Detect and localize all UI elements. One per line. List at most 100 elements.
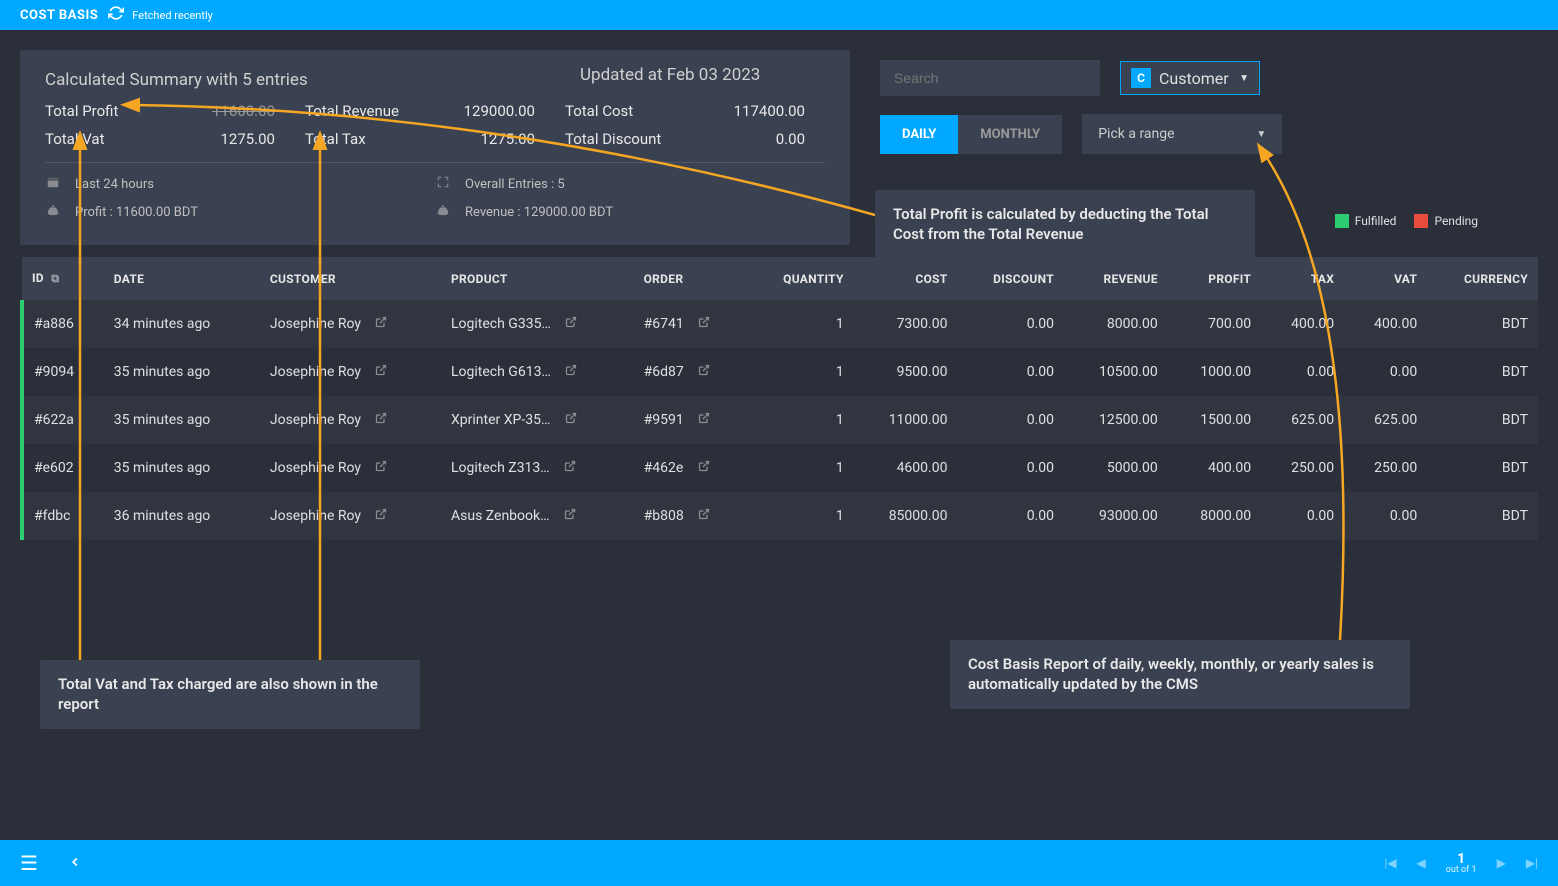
external-link-icon[interactable]	[698, 318, 710, 331]
money-bag-icon	[435, 203, 451, 221]
pager-next[interactable]: ▶	[1497, 856, 1506, 870]
table-row[interactable]: #fdbc36 minutes agoJosephine Roy Asus Ze…	[22, 492, 1538, 540]
refresh-icon[interactable]	[108, 5, 124, 25]
cell-quantity: 1	[748, 348, 854, 396]
cell-product: Xprinter XP-35…	[441, 396, 634, 444]
external-link-icon[interactable]	[564, 462, 576, 475]
cell-vat: 400.00	[1344, 300, 1427, 348]
cell-vat: 250.00	[1344, 444, 1427, 492]
cell-revenue: 5000.00	[1064, 444, 1168, 492]
back-icon[interactable]	[68, 853, 82, 874]
total-profit-value: 11600.00	[165, 102, 305, 120]
pager-outof: out of 1	[1446, 865, 1477, 875]
col-profit[interactable]: PROFIT	[1168, 257, 1261, 300]
cell-currency: BDT	[1427, 348, 1538, 396]
cell-id: #fdbc	[22, 492, 104, 540]
col-vat[interactable]: VAT	[1344, 257, 1427, 300]
col-date[interactable]: DATE	[104, 257, 260, 300]
table-row[interactable]: #a88634 minutes agoJosephine Roy Logitec…	[22, 300, 1538, 348]
cell-date: 35 minutes ago	[104, 396, 260, 444]
legend-fulfilled-label: Fulfilled	[1355, 214, 1397, 228]
col-discount[interactable]: DISCOUNT	[957, 257, 1064, 300]
cell-vat: 0.00	[1344, 348, 1427, 396]
external-link-icon[interactable]	[375, 462, 387, 475]
total-cost-value: 117400.00	[705, 102, 835, 120]
col-id[interactable]: ID ⧉	[22, 257, 104, 300]
cell-date: 34 minutes ago	[104, 300, 260, 348]
filter-label: Customer	[1159, 69, 1229, 88]
pager-prev[interactable]: ◀	[1417, 856, 1426, 870]
search-input[interactable]	[880, 60, 1100, 96]
menu-icon[interactable]: ☰	[20, 851, 38, 875]
cell-id: #e602	[22, 444, 104, 492]
external-link-icon[interactable]	[375, 318, 387, 331]
external-link-icon[interactable]	[698, 366, 710, 379]
legend-pending-swatch	[1414, 214, 1428, 228]
col-product[interactable]: PRODUCT	[441, 257, 634, 300]
external-link-icon[interactable]	[565, 366, 577, 379]
external-link-icon[interactable]	[698, 462, 710, 475]
cell-discount: 0.00	[957, 492, 1064, 540]
cell-order: #9591	[634, 396, 748, 444]
range-dropdown[interactable]: Pick a range ▼	[1082, 114, 1282, 154]
external-link-icon[interactable]	[375, 366, 387, 379]
table-row[interactable]: #e60235 minutes agoJosephine Roy Logitec…	[22, 444, 1538, 492]
cell-product: Logitech G613…	[441, 348, 634, 396]
col-customer[interactable]: CUSTOMER	[260, 257, 441, 300]
cell-quantity: 1	[748, 396, 854, 444]
col-revenue[interactable]: REVENUE	[1064, 257, 1168, 300]
external-link-icon[interactable]	[375, 414, 387, 427]
period-tabs: DAILY MONTHLY	[880, 115, 1062, 154]
cell-profit: 400.00	[1168, 444, 1261, 492]
cost-basis-table: ID ⧉ DATE CUSTOMER PRODUCT ORDER QUANTIT…	[20, 257, 1538, 540]
total-vat-value: 1275.00	[165, 130, 305, 148]
total-tax-value: 1275.00	[425, 130, 565, 148]
page-title: COST BASIS	[20, 8, 98, 23]
cell-cost: 9500.00	[854, 348, 958, 396]
cell-customer: Josephine Roy	[260, 492, 441, 540]
cell-currency: BDT	[1427, 444, 1538, 492]
calendar-icon	[45, 175, 61, 193]
cell-tax: 400.00	[1261, 300, 1344, 348]
external-link-icon[interactable]	[375, 510, 387, 523]
table-row[interactable]: #622a35 minutes agoJosephine Roy Xprinte…	[22, 396, 1538, 444]
cell-tax: 625.00	[1261, 396, 1344, 444]
external-link-icon[interactable]	[565, 318, 577, 331]
cell-order: #6d87	[634, 348, 748, 396]
col-tax[interactable]: TAX	[1261, 257, 1344, 300]
col-currency[interactable]: CURRENCY	[1427, 257, 1538, 300]
tab-daily[interactable]: DAILY	[880, 115, 958, 154]
cell-id: #9094	[22, 348, 104, 396]
pager-first[interactable]: |◀	[1384, 856, 1396, 870]
cell-date: 35 minutes ago	[104, 444, 260, 492]
cell-cost: 4600.00	[854, 444, 958, 492]
col-quantity[interactable]: QUANTITY	[748, 257, 854, 300]
cell-profit: 700.00	[1168, 300, 1261, 348]
filter-dropdown[interactable]: C Customer ▼	[1120, 61, 1260, 95]
external-link-icon[interactable]	[698, 414, 710, 427]
chevron-down-icon: ▼	[1239, 73, 1249, 84]
tab-monthly[interactable]: MONTHLY	[958, 115, 1062, 154]
external-link-icon[interactable]	[564, 510, 576, 523]
cell-revenue: 8000.00	[1064, 300, 1168, 348]
col-order[interactable]: ORDER	[634, 257, 748, 300]
cell-profit: 8000.00	[1168, 492, 1261, 540]
cell-quantity: 1	[748, 444, 854, 492]
cell-cost: 85000.00	[854, 492, 958, 540]
external-link-icon[interactable]	[565, 414, 577, 427]
table-header-row: ID ⧉ DATE CUSTOMER PRODUCT ORDER QUANTIT…	[22, 257, 1538, 300]
cell-cost: 7300.00	[854, 300, 958, 348]
total-discount-value: 0.00	[705, 130, 835, 148]
table-row[interactable]: #909435 minutes agoJosephine Roy Logitec…	[22, 348, 1538, 396]
pager-last[interactable]: ▶|	[1526, 856, 1538, 870]
pager: |◀ ◀ 1 out of 1 ▶ ▶|	[1384, 851, 1538, 875]
col-cost[interactable]: COST	[854, 257, 958, 300]
cell-customer: Josephine Roy	[260, 444, 441, 492]
cell-revenue: 12500.00	[1064, 396, 1168, 444]
cell-order: #462e	[634, 444, 748, 492]
cell-id: #622a	[22, 396, 104, 444]
total-vat-label: Total Vat	[45, 130, 165, 148]
cell-customer: Josephine Roy	[260, 348, 441, 396]
external-link-icon[interactable]	[698, 510, 710, 523]
cell-tax: 0.00	[1261, 348, 1344, 396]
